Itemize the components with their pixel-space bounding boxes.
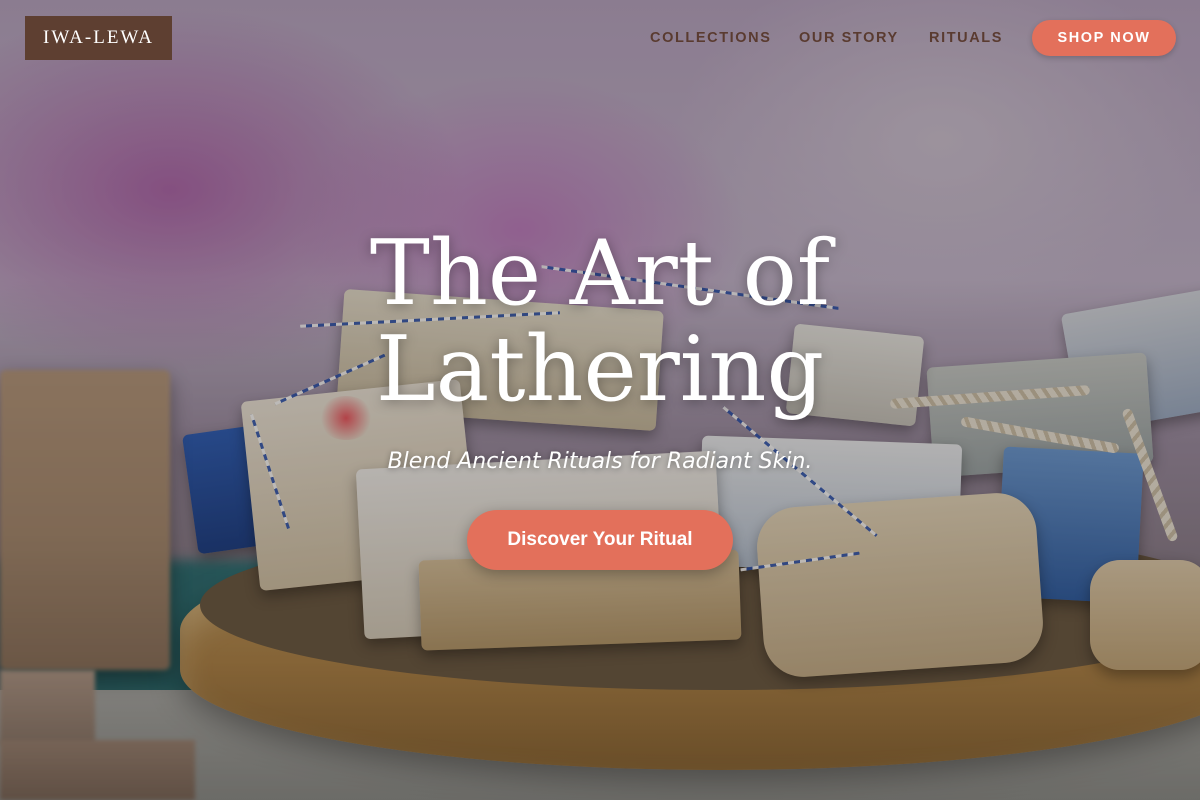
nav-link-collections[interactable]: COLLECTIONS — [650, 28, 772, 48]
hero-section: IWA-LEWA COLLECTIONS OUR STORY RITUALS S… — [0, 0, 1200, 800]
nav-link-rituals[interactable]: RITUALS — [929, 28, 1003, 48]
discover-ritual-button[interactable]: Discover Your Ritual — [467, 510, 733, 570]
shop-now-button[interactable]: SHOP NOW — [1032, 20, 1176, 56]
hero-subtitle: Blend Ancient Rituals for Radiant Skin. — [387, 449, 813, 474]
nav-link-our-story[interactable]: OUR STORY — [799, 28, 899, 48]
hero-title: The Art of Lathering — [369, 221, 831, 422]
site-header: IWA-LEWA COLLECTIONS OUR STORY RITUALS S… — [0, 0, 1200, 76]
brand-logo[interactable]: IWA-LEWA — [25, 16, 172, 60]
